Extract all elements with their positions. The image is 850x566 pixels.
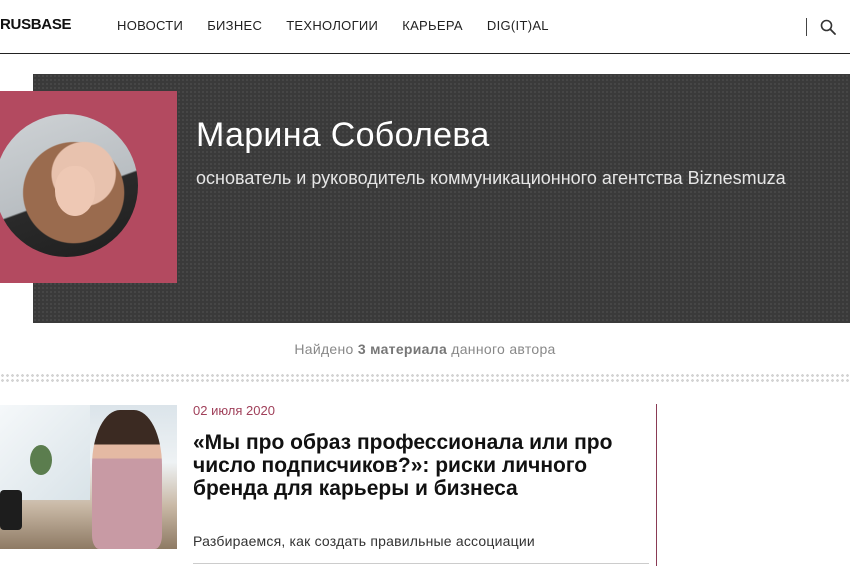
article-lead: Разбираемся, как создать правильные ассо… (193, 533, 535, 549)
found-count: 3 материала (357, 341, 448, 357)
author-avatar (0, 114, 138, 257)
author-role: основатель и руководитель коммуникационн… (196, 168, 786, 188)
header-divider (806, 18, 807, 36)
site-logo[interactable]: RUSBASE (0, 16, 72, 33)
found-count-text: Найдено 3 материала данного автора (0, 341, 850, 357)
search-icon[interactable] (820, 19, 836, 35)
dotted-divider (0, 373, 850, 383)
nav-item-career[interactable]: КАРЬЕРА (402, 18, 463, 33)
article-separator (193, 563, 649, 564)
column-divider (656, 404, 657, 566)
nav-item-business[interactable]: БИЗНЕС (207, 18, 262, 33)
nav-item-digital[interactable]: DIG(IT)AL (487, 18, 549, 33)
nav-item-news[interactable]: НОВОСТИ (117, 18, 183, 33)
site-header: RUSBASE НОВОСТИ БИЗНЕС ТЕХНОЛОГИИ КАРЬЕР… (0, 0, 850, 54)
thumb-person (92, 410, 162, 549)
thumb-plant (30, 445, 52, 475)
thumb-camera (0, 490, 22, 530)
nav-item-technology[interactable]: ТЕХНОЛОГИИ (286, 18, 378, 33)
author-photo-frame (0, 91, 177, 283)
article-date: 02 июля 2020 (193, 403, 275, 418)
article-thumbnail[interactable] (0, 405, 177, 549)
found-suffix: данного автора (451, 341, 556, 357)
found-prefix: Найдено (294, 341, 354, 357)
article-title[interactable]: «Мы про образ профессионала или про числ… (193, 431, 633, 500)
author-name: Марина Соболева (196, 116, 490, 154)
main-nav: НОВОСТИ БИЗНЕС ТЕХНОЛОГИИ КАРЬЕРА DIG(IT… (117, 18, 573, 33)
